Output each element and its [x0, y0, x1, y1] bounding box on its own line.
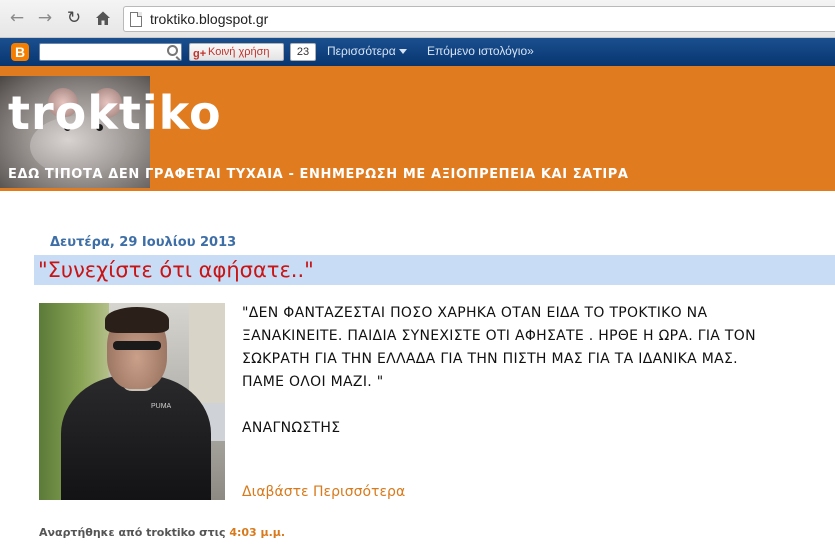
- blogger-navbar: B g+ Κοινή χρήση 23 Περισσότερα Επόμενο …: [0, 38, 835, 66]
- post-time-link[interactable]: 4:03 μ.μ.: [229, 526, 285, 539]
- caret-down-icon: [398, 49, 407, 55]
- browser-toolbar: ← → ↻ troktiko.blogspot.gr: [0, 0, 835, 38]
- post-signature: ΑΝΑΓΝΩΣΤΗΣ: [242, 420, 341, 436]
- post-date: Δευτέρα, 29 Ιουλίου 2013: [50, 235, 237, 250]
- photo-jacket: [61, 375, 211, 500]
- blog-description: ΕΔΩ ΤΙΠΟΤΑ ΔΕΝ ΓΡΑΦΕΤΑΙ ΤΥΧΑΙΑ - ΕΝΗΜΕΡΩ…: [8, 167, 629, 182]
- share-count-badge: 23: [290, 43, 316, 61]
- photo-sunglasses: [113, 341, 161, 350]
- post-footer-prefix: Αναρτήθηκε από troktiko στις: [39, 526, 226, 539]
- photo-jacket-logo: PUMA: [151, 403, 172, 410]
- photo-hair: [105, 307, 169, 333]
- next-blog-link[interactable]: Επόμενο ιστολόγιο»: [427, 44, 534, 58]
- blog-header: troktiko ΕΔΩ ΤΙΠΟΤΑ ΔΕΝ ΓΡΑΦΕΤΑΙ ΤΥΧΑΙΑ …: [0, 66, 835, 191]
- blog-title[interactable]: troktiko: [8, 90, 222, 136]
- post-body-line: ΠΑΜΕ ΟΛΟΙ ΜΑΖΙ. ": [242, 374, 384, 390]
- share-button[interactable]: g+ Κοινή χρήση: [189, 43, 284, 61]
- blogger-logo-icon[interactable]: B: [11, 43, 29, 61]
- post-title[interactable]: "Συνεχίστε ότι αφήσατε..": [38, 258, 314, 282]
- more-menu[interactable]: Περισσότερα: [327, 44, 407, 58]
- page-icon: [130, 12, 142, 27]
- post-footer: Αναρτήθηκε από troktiko στις 4:03 μ.μ.: [39, 526, 285, 539]
- post-photo[interactable]: PUMA: [39, 303, 225, 500]
- reload-icon[interactable]: ↻: [63, 7, 85, 29]
- forward-arrow-icon[interactable]: →: [34, 7, 56, 29]
- read-more-link[interactable]: Διαβάστε Περισσότερα: [242, 484, 405, 500]
- url-text[interactable]: troktiko.blogspot.gr: [150, 11, 268, 27]
- post-body-line: ΞΑΝΑΚΙΝΕΙΤΕ. ΠΑΙΔΙΑ ΣΥΝΕΧΙΣΤΕ ΟΤΙ ΑΦΗΣΑΤ…: [242, 328, 756, 344]
- post-body: "ΔΕΝ ΦΑΝΤΑΖΕΣΤΑΙ ΠΟΣΟ ΧΑΡΗΚΑ ΟΤΑΝ ΕΙΔΑ Τ…: [242, 302, 827, 394]
- post-body-line: "ΔΕΝ ΦΑΝΤΑΖΕΣΤΑΙ ΠΟΣΟ ΧΑΡΗΚΑ ΟΤΑΝ ΕΙΔΑ Τ…: [242, 305, 708, 321]
- search-icon[interactable]: [167, 45, 178, 56]
- search-input[interactable]: [39, 43, 182, 61]
- address-bar[interactable]: troktiko.blogspot.gr: [123, 6, 835, 32]
- more-label: Περισσότερα: [327, 44, 396, 58]
- post-body-line: ΣΩΚΡΑΤΗ ΓΙΑ ΤΗΝ ΕΛΛΑΔΑ ΓΙΑ ΤΗΝ ΠΙΣΤΗ ΜΑΣ…: [242, 351, 738, 367]
- share-label: Κοινή χρήση: [208, 46, 270, 58]
- google-plus-icon: g+: [193, 48, 207, 60]
- home-icon[interactable]: [92, 7, 114, 29]
- back-arrow-icon[interactable]: ←: [6, 7, 28, 29]
